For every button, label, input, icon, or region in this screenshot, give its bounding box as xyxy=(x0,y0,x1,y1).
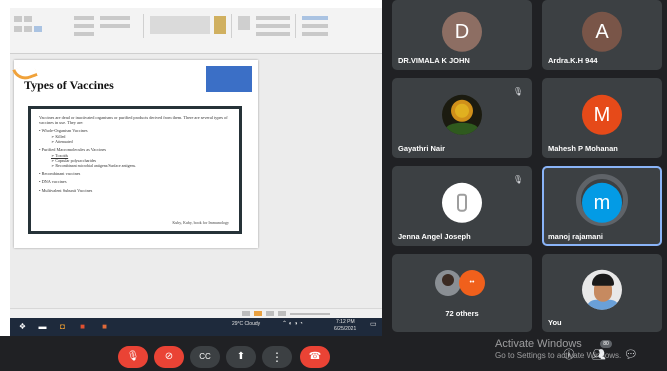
powerpoint-icon[interactable]: ■ xyxy=(100,322,109,331)
participant-tile[interactable]: D DR.VIMALA K JOHN xyxy=(392,0,532,70)
powerpoint-window: Types of Vaccines Vaccines are dead or i… xyxy=(10,8,382,318)
others-avatars: •• xyxy=(435,270,489,296)
captions-button[interactable]: CC xyxy=(190,346,220,368)
ribbon-icon[interactable] xyxy=(24,26,32,32)
normal-view-icon[interactable] xyxy=(254,311,262,316)
mic-off-icon: 🎙︎ xyxy=(512,175,524,184)
slide-bullet: • DNA vaccines xyxy=(39,179,67,185)
slide-bullet: • Recombinant vaccines xyxy=(39,170,81,176)
avatar: D xyxy=(442,11,482,52)
avatar: m xyxy=(582,182,622,223)
slide-content-frame: Vaccines are dead or inactivated organis… xyxy=(28,106,242,234)
participant-name: Ardra.K.H 944 xyxy=(548,56,598,65)
windows-taskbar: ❖ ▬ ◘ ■ ■ 29°C Cloudy ⌃ ◐ ◑ ◔ 7:12 PM 6/… xyxy=(10,318,382,336)
participant-tile[interactable]: 🎙︎ Gayathri Nair xyxy=(392,78,532,158)
ribbon-icon[interactable] xyxy=(256,24,290,28)
arrange-icon[interactable] xyxy=(214,16,226,34)
slide-sub-bullet: ➢ Recombinant microbial antigens/Surface… xyxy=(51,162,136,168)
participant-name: DR.VIMALA K JOHN xyxy=(398,56,470,65)
clock-time[interactable]: 7:12 PM xyxy=(336,320,355,325)
ribbon-icon[interactable] xyxy=(256,16,290,20)
avatar: M xyxy=(582,94,622,135)
ribbon-icon[interactable] xyxy=(24,16,32,22)
ribbon-icon[interactable] xyxy=(74,16,94,20)
participant-tile[interactable]: A Ardra.K.H 944 xyxy=(542,0,662,70)
find-icon[interactable] xyxy=(302,16,328,20)
chat-icon[interactable]: 💬︎ xyxy=(624,348,638,362)
camera-off-icon: ⊘ xyxy=(164,351,174,362)
quick-styles-icon[interactable] xyxy=(238,16,250,30)
reading-view-icon[interactable] xyxy=(278,311,286,316)
self-tile[interactable]: You xyxy=(542,254,662,332)
ribbon-icon[interactable] xyxy=(256,32,290,36)
slide-credit: Kuby, Kuby, book for Immunology xyxy=(172,220,229,225)
slide: Types of Vaccines Vaccines are dead or i… xyxy=(12,60,258,248)
others-label: 72 others xyxy=(445,309,479,318)
participant-name: Jenna Angel Joseph xyxy=(398,232,471,241)
ribbon-icon[interactable] xyxy=(100,24,130,28)
slide-intro: Vaccines are dead or inactivated organis… xyxy=(39,115,228,126)
watermark-title: Activate Windows xyxy=(495,338,582,350)
end-call-icon: ☎ xyxy=(308,351,322,362)
app-icon[interactable]: ■ xyxy=(78,322,87,331)
ribbon-icon[interactable] xyxy=(74,32,94,36)
activate-windows-watermark: Activate Windows Go to Settings to activ… xyxy=(495,338,621,360)
watermark-subtitle: Go to Settings to activate Windows. xyxy=(495,351,622,360)
flower-avatar xyxy=(442,94,482,135)
clock-date[interactable]: 6/25/2021 xyxy=(334,327,356,332)
tray-icons[interactable]: ⌃ ◐ ◑ ◔ xyxy=(282,321,303,327)
shared-screen: Types of Vaccines Vaccines are dead or i… xyxy=(10,8,382,336)
mic-off-icon: 🎙︎ xyxy=(512,87,524,96)
slide-title-block xyxy=(206,66,252,92)
participant-name: Gayathri Nair xyxy=(398,144,446,153)
ribbon-icon[interactable] xyxy=(14,16,22,22)
slide-bullet: • Multivalent Subunit Vaccines xyxy=(39,187,93,193)
participant-tile-speaking[interactable]: m manoj rajamani xyxy=(542,166,662,246)
app-icon[interactable]: ◘ xyxy=(58,322,67,331)
notification-icon[interactable]: ▭ xyxy=(370,321,377,328)
weather-widget[interactable]: 29°C Cloudy xyxy=(232,322,260,327)
slide-title: Types of Vaccines xyxy=(24,78,114,92)
others-tile[interactable]: •• 72 others xyxy=(392,254,532,332)
mic-toggle-button[interactable]: 🎙︎ xyxy=(118,346,148,368)
ribbon xyxy=(10,8,382,54)
bottle-avatar xyxy=(442,182,482,223)
sorter-view-icon[interactable] xyxy=(266,311,274,316)
end-call-button[interactable]: ☎ xyxy=(300,346,330,368)
participant-grid: D DR.VIMALA K JOHN A Ardra.K.H 944 🎙︎ Ga… xyxy=(382,0,667,336)
participant-name: Mahesh P Mohanan xyxy=(548,144,618,153)
camera-toggle-button[interactable]: ⊘ xyxy=(154,346,184,368)
slide-items: • Whole-Organism Vaccines ➢ Killed ➢ Atten… xyxy=(39,128,231,193)
ribbon-icon[interactable] xyxy=(74,24,94,28)
avatar: •• xyxy=(459,270,485,296)
self-photo xyxy=(582,269,622,310)
zoom-slider[interactable] xyxy=(290,313,330,315)
participant-name: You xyxy=(548,318,562,327)
start-icon[interactable]: ❖ xyxy=(18,322,27,331)
file-explorer-icon[interactable]: ▬ xyxy=(38,322,47,331)
present-button[interactable]: ⬆ xyxy=(226,346,256,368)
slide-sub-bullet: ➢ Attenuated xyxy=(51,139,73,144)
ribbon-icon[interactable] xyxy=(100,16,130,20)
ribbon-icon[interactable] xyxy=(34,26,42,32)
participant-tile[interactable]: 🎙︎ Jenna Angel Joseph xyxy=(392,166,532,246)
avatar: A xyxy=(582,11,622,52)
select-icon[interactable] xyxy=(302,32,328,36)
participant-tile[interactable]: M Mahesh P Mohanan xyxy=(542,78,662,158)
notes-icon[interactable] xyxy=(242,311,250,316)
ribbon-icon[interactable] xyxy=(14,26,22,32)
participant-name: manoj rajamani xyxy=(548,232,604,241)
mic-off-icon: 🎙︎ xyxy=(126,351,140,362)
more-options-button[interactable]: ⋮ xyxy=(262,346,292,368)
status-bar xyxy=(10,308,382,318)
avatar xyxy=(435,270,461,296)
replace-icon[interactable] xyxy=(302,24,328,28)
shapes-gallery[interactable] xyxy=(150,16,210,34)
present-icon: ⬆ xyxy=(236,351,246,362)
